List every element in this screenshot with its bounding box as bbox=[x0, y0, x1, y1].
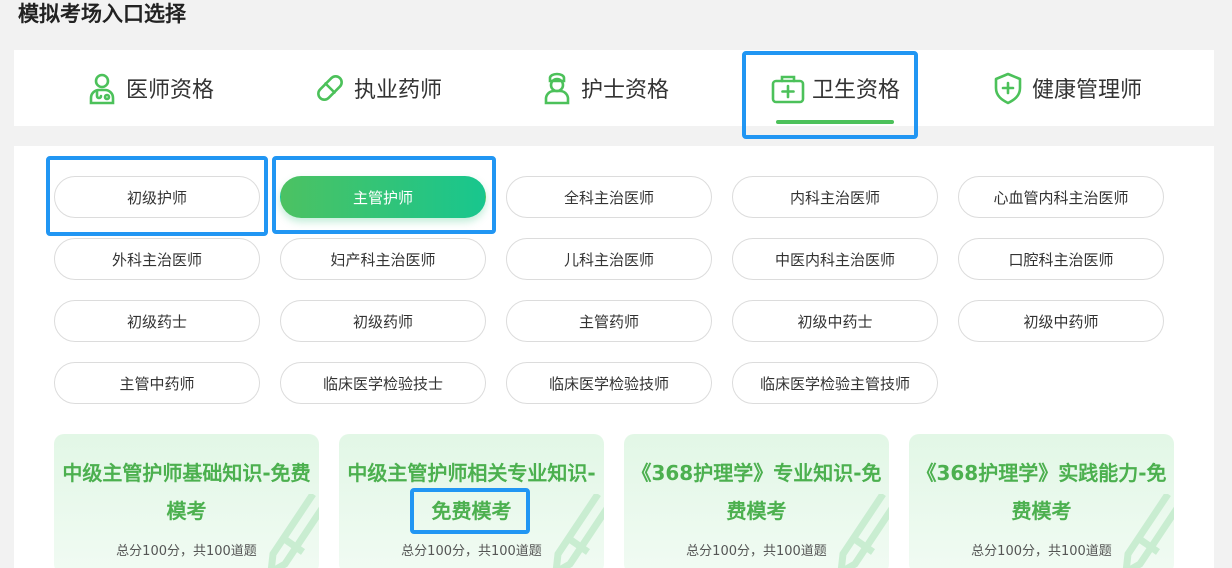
chip-junior-pharmacy-assistant[interactable]: 初级药士 bbox=[54, 300, 260, 342]
chip-internal-medicine-attending[interactable]: 内科主治医师 bbox=[732, 176, 938, 218]
exam-card[interactable]: 《368护理学》专业知识-免费模考 总分100分，共100道题 bbox=[624, 434, 889, 568]
chip-general-attending[interactable]: 全科主治医师 bbox=[506, 176, 712, 218]
chip-lab-senior-technologist[interactable]: 临床医学检验主管技师 bbox=[732, 362, 938, 404]
chip-junior-nurse[interactable]: 初级护师 bbox=[54, 176, 260, 218]
chip-junior-tcm-pharmacist[interactable]: 初级中药师 bbox=[958, 300, 1164, 342]
pill-icon bbox=[312, 70, 348, 106]
tab-health-qualification[interactable]: 卫生资格 bbox=[756, 50, 914, 126]
exam-card[interactable]: 《368护理学》实践能力-免费模考 总分100分，共100道题 bbox=[909, 434, 1174, 568]
chip-senior-pharmacist[interactable]: 主管药师 bbox=[506, 300, 712, 342]
pencil-decoration-icon bbox=[552, 494, 604, 568]
category-tab-bar: 医师资格 执业药师 护士资格 卫生资格 健康管理师 bbox=[14, 50, 1214, 126]
chip-obgyn-attending[interactable]: 妇产科主治医师 bbox=[280, 238, 486, 280]
page-title: 模拟考场入口选择 bbox=[18, 2, 186, 26]
tab-health-manager[interactable]: 健康管理师 bbox=[986, 50, 1146, 126]
chip-junior-tcm-pharmacy-assistant[interactable]: 初级中药士 bbox=[732, 300, 938, 342]
tab-licensed-pharmacist[interactable]: 执业药师 bbox=[302, 50, 452, 126]
chip-lab-technologist[interactable]: 临床医学检验技师 bbox=[506, 362, 712, 404]
chip-pediatrics-attending[interactable]: 儿科主治医师 bbox=[506, 238, 712, 280]
tab-nurse-qualification[interactable]: 护士资格 bbox=[529, 50, 679, 126]
chip-tcm-internal-attending[interactable]: 中医内科主治医师 bbox=[732, 238, 938, 280]
shield-plus-icon bbox=[990, 70, 1026, 106]
pencil-decoration-icon bbox=[1122, 494, 1174, 568]
chip-senior-nurse[interactable]: 主管护师 bbox=[280, 176, 486, 218]
chip-cardiology-attending[interactable]: 心血管内科主治医师 bbox=[958, 176, 1164, 218]
tab-label: 健康管理师 bbox=[1031, 78, 1142, 103]
tab-label: 执业药师 bbox=[353, 78, 442, 103]
chip-junior-pharmacist[interactable]: 初级药师 bbox=[280, 300, 486, 342]
tab-label: 医师资格 bbox=[125, 78, 214, 103]
chip-surgery-attending[interactable]: 外科主治医师 bbox=[54, 238, 260, 280]
exam-card[interactable]: 中级主管护师基础知识-免费模考 总分100分，共100道题 bbox=[54, 434, 319, 568]
pencil-decoration-icon bbox=[837, 494, 889, 568]
tab-doctor-qualification[interactable]: 医师资格 bbox=[74, 50, 224, 126]
active-tab-underline bbox=[776, 120, 894, 124]
pencil-decoration-icon bbox=[267, 494, 319, 568]
chip-senior-tcm-pharmacist[interactable]: 主管中药师 bbox=[54, 362, 260, 404]
exam-card[interactable]: 中级主管护师相关专业知识-免费模考 总分100分，共100道题 bbox=[339, 434, 604, 568]
tab-label: 护士资格 bbox=[580, 78, 669, 103]
chip-dental-attending[interactable]: 口腔科主治医师 bbox=[958, 238, 1164, 280]
doctor-icon bbox=[84, 70, 120, 106]
medical-kit-icon bbox=[770, 70, 806, 106]
chip-lab-technician[interactable]: 临床医学检验技士 bbox=[280, 362, 486, 404]
nurse-icon bbox=[539, 70, 575, 106]
tab-label: 卫生资格 bbox=[811, 78, 900, 103]
